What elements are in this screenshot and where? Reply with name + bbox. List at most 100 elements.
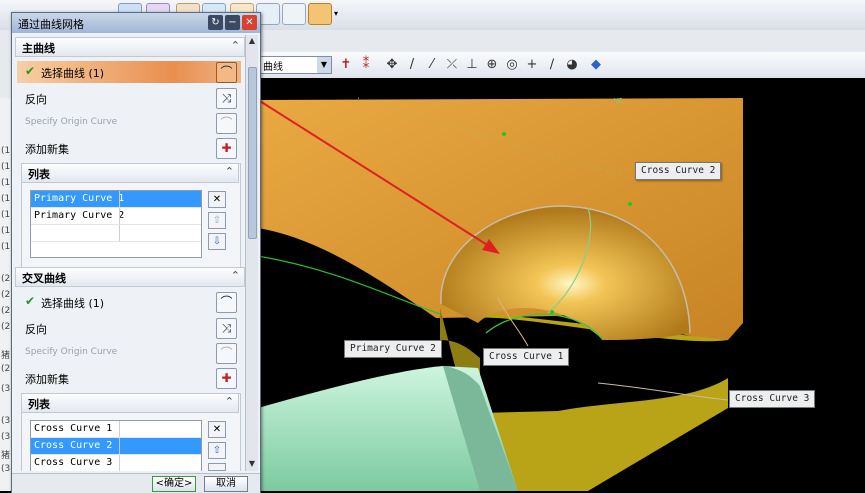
nav-mark: (1 bbox=[1, 162, 11, 172]
nav-mark: (1 bbox=[1, 210, 11, 220]
cross-list-panel: 列表 ⌃ Cross Curve 1 Cross Curve 2 Cross C… bbox=[21, 393, 241, 471]
list-item-label: Cross Curve 1 bbox=[34, 423, 113, 434]
move-icon[interactable]: ✥ bbox=[384, 57, 400, 73]
chevron-up-icon[interactable]: ⌃ bbox=[225, 395, 234, 408]
list-item-label: Cross Curve 2 bbox=[34, 440, 113, 451]
nav-mark: (3 bbox=[1, 384, 11, 394]
axis-label: YC bbox=[613, 97, 623, 105]
list-item[interactable]: Cross Curve 3 bbox=[31, 455, 201, 471]
list-item-empty bbox=[31, 225, 201, 242]
nav-mark: (3 bbox=[1, 432, 11, 442]
perpendicular-icon[interactable]: ⊥ bbox=[464, 57, 480, 73]
selection-toolbar: 曲线 ▼ ✝ ⁑ ✥ / ⁄ ⤫ ⊥ ⊕ ◎ + ∕ ◕ ◆ bbox=[258, 52, 865, 79]
chevron-up-icon[interactable]: ⌃ bbox=[225, 165, 234, 178]
nav-mark: 猪 bbox=[1, 451, 11, 461]
move-up-icon[interactable]: ⇧ bbox=[208, 212, 226, 229]
cross-add-set-row: 添加新集 ✚ bbox=[17, 367, 241, 389]
cross-curves-header[interactable]: 交叉曲线 ⌃ bbox=[15, 267, 245, 287]
cross-curve-list[interactable]: Cross Curve 1 Cross Curve 2 Cross Curve … bbox=[30, 420, 202, 471]
list-item[interactable]: Cross Curve 1 bbox=[31, 421, 201, 438]
cross-origin-label: Specify Origin Curve bbox=[25, 347, 118, 357]
center-point-icon[interactable]: ⊕ bbox=[484, 57, 500, 73]
cross-list-header[interactable]: 列表 ⌃ bbox=[21, 393, 239, 413]
list-item[interactable]: Cross Curve 2 bbox=[31, 438, 201, 455]
cross-reverse-label: 反向 bbox=[25, 323, 47, 336]
cross-select-curve-row[interactable]: ✔ 选择曲线 (1) ⌒ bbox=[17, 291, 241, 313]
point-icon[interactable]: + bbox=[524, 57, 540, 73]
primary-select-curve-row[interactable]: ✔ 选择曲线 (1) ⌒ bbox=[17, 61, 241, 83]
nav-mark: (2 bbox=[1, 274, 11, 284]
primary-reverse-label: 反向 bbox=[25, 93, 47, 106]
cross-reverse-row: 反向 ⤨ bbox=[17, 317, 241, 339]
primary-origin-row: Specify Origin Curve ⌒ bbox=[17, 112, 241, 134]
reset-icon[interactable]: ↻ bbox=[208, 15, 223, 30]
quadrant-icon[interactable]: ◎ bbox=[504, 57, 520, 73]
solid-icon[interactable]: ◆ bbox=[588, 57, 604, 73]
primary-curves-header[interactable]: 主曲线 ⌃ bbox=[15, 37, 245, 57]
close-icon[interactable]: ✕ bbox=[242, 15, 257, 30]
add-new-set-icon[interactable]: ✚ bbox=[216, 368, 237, 389]
callout-cross-curve-2: Cross Curve 2 bbox=[635, 162, 722, 180]
select-curve-icon[interactable]: ⌒ bbox=[216, 292, 237, 313]
midpoint-icon[interactable]: ⁄ bbox=[424, 57, 440, 73]
primary-list-header[interactable]: 列表 ⌃ bbox=[21, 163, 239, 183]
move-down-icon[interactable] bbox=[208, 463, 226, 471]
face-select-icon[interactable]: ◕ bbox=[564, 57, 580, 73]
chevron-up-icon[interactable]: ⌃ bbox=[231, 269, 240, 282]
callout-cross-curve-1: Cross Curve 1 bbox=[483, 348, 570, 366]
cancel-button[interactable]: 取消 bbox=[204, 476, 248, 492]
scroll-up-icon[interactable]: ▲ bbox=[247, 36, 257, 46]
origin-curve-icon: ⌒ bbox=[216, 343, 237, 364]
snap-curve-icon[interactable]: ⁑ bbox=[358, 57, 374, 73]
through-curve-mesh-dialog: 通过曲线网格 ↻ − ✕ 主曲线 ⌃ ✔ 选择曲线 (1) ⌒ 反向 ⤨ Spe… bbox=[11, 12, 261, 493]
type-filter-value: 曲线 bbox=[263, 62, 283, 73]
primary-list-panel: 列表 ⌃ Primary Curve 1 Primary Curve 2 ✕ ⇧… bbox=[21, 163, 241, 269]
primary-reverse-row: 反向 ⤨ bbox=[17, 87, 241, 109]
chevron-down-icon[interactable]: ▼ bbox=[317, 57, 331, 73]
minimize-icon[interactable]: − bbox=[225, 15, 240, 30]
primary-add-set-label: 添加新集 bbox=[25, 143, 69, 156]
snap-endpoint-icon[interactable]: ✝ bbox=[338, 57, 354, 73]
ok-button[interactable]: <确定> bbox=[152, 476, 196, 492]
remove-icon[interactable]: ✕ bbox=[208, 191, 226, 208]
move-down-icon[interactable]: ⇩ bbox=[208, 233, 226, 250]
nav-mark: (2 bbox=[1, 306, 11, 316]
thicken-icon[interactable] bbox=[308, 3, 332, 25]
list-item[interactable]: Primary Curve 1 bbox=[31, 191, 201, 208]
add-new-set-icon[interactable]: ✚ bbox=[216, 138, 237, 159]
dialog-titlebar[interactable]: 通过曲线网格 ↻ − ✕ bbox=[12, 13, 260, 33]
cross-add-set-label: 添加新集 bbox=[25, 373, 69, 386]
callout-primary-curve-2: Primary Curve 2 bbox=[344, 340, 442, 358]
scroll-thumb[interactable] bbox=[248, 67, 257, 239]
remove-icon[interactable]: ✕ bbox=[208, 421, 226, 438]
primary-curves-title: 主曲线 bbox=[22, 42, 55, 55]
primary-add-set-row: 添加新集 ✚ bbox=[17, 137, 241, 159]
model-render: YC bbox=[258, 97, 743, 491]
nav-mark: (2 bbox=[1, 364, 11, 374]
cross-list-title: 列表 bbox=[28, 398, 50, 411]
reverse-direction-icon[interactable]: ⤨ bbox=[216, 318, 237, 339]
sew-icon[interactable] bbox=[282, 3, 306, 25]
primary-curve-list[interactable]: Primary Curve 1 Primary Curve 2 bbox=[30, 190, 202, 258]
cross-origin-row: Specify Origin Curve ⌒ bbox=[17, 342, 241, 364]
nav-mark: (1 bbox=[1, 242, 11, 252]
move-up-icon[interactable]: ⇧ bbox=[208, 442, 226, 459]
control-point-icon[interactable]: ⤫ bbox=[444, 57, 460, 73]
on-curve-icon[interactable]: ∕ bbox=[544, 57, 560, 73]
nav-mark: (3 bbox=[1, 416, 11, 426]
dialog-scrollbar[interactable]: ▲ ▼ bbox=[245, 35, 258, 471]
primary-select-curve-label: 选择曲线 (1) bbox=[41, 67, 105, 80]
check-icon: ✔ bbox=[25, 294, 36, 308]
dialog-footer: <确定> 取消 bbox=[12, 473, 260, 493]
chevron-up-icon[interactable]: ⌃ bbox=[231, 39, 240, 52]
reverse-direction-icon[interactable]: ⤨ bbox=[216, 88, 237, 109]
list-item[interactable]: Primary Curve 2 bbox=[31, 208, 201, 225]
check-icon: ✔ bbox=[25, 64, 36, 78]
nav-mark: (1 bbox=[1, 178, 11, 188]
select-curve-icon[interactable]: ⌒ bbox=[216, 62, 237, 83]
toolbar-overflow-icon[interactable]: ▾ bbox=[334, 9, 338, 18]
scroll-down-icon[interactable]: ▼ bbox=[247, 459, 257, 469]
graphics-viewport[interactable]: YC bbox=[258, 78, 865, 491]
line-point-icon[interactable]: / bbox=[404, 57, 420, 73]
type-filter-select[interactable]: 曲线 ▼ bbox=[260, 56, 332, 74]
